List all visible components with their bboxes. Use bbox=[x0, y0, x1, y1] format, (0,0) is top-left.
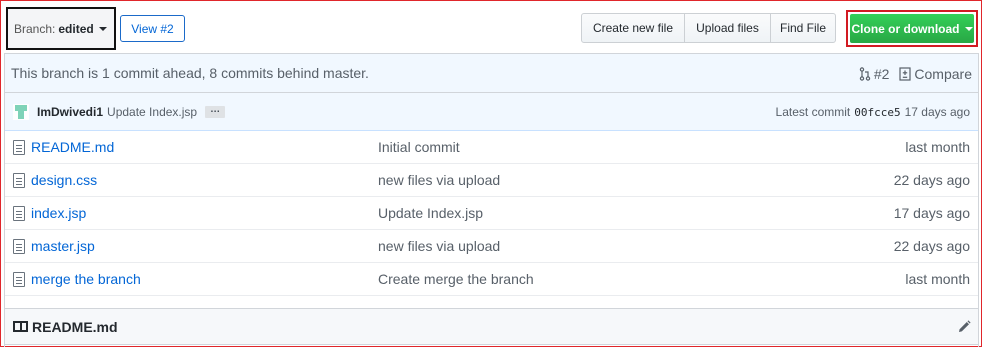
table-row: design.css new files via upload 22 days … bbox=[5, 164, 978, 197]
commit-age: 17 days ago bbox=[904, 105, 970, 119]
branch-label: Branch: bbox=[14, 21, 56, 36]
table-row: master.jsp new files via upload 22 days … bbox=[5, 230, 978, 263]
file-commit-message[interactable]: new files via upload bbox=[378, 172, 500, 188]
diff-icon bbox=[899, 66, 912, 81]
pencil-icon[interactable] bbox=[956, 319, 972, 335]
file-icon bbox=[13, 272, 25, 287]
git-pull-request-icon bbox=[859, 66, 871, 81]
pull-request-number: #2 bbox=[873, 65, 890, 82]
pull-request-link[interactable]: #2 bbox=[859, 65, 890, 82]
file-table: This branch is 1 commit ahead, 8 commits… bbox=[4, 53, 979, 347]
avatar[interactable] bbox=[13, 103, 29, 120]
file-age: 22 days ago bbox=[893, 172, 970, 188]
chevron-down-icon bbox=[98, 26, 107, 31]
branch-status-text: This branch is 1 commit ahead, 8 commits… bbox=[11, 65, 369, 81]
file-name-link[interactable]: design.css bbox=[31, 172, 97, 188]
file-commit-message[interactable]: Initial commit bbox=[378, 139, 460, 155]
commit-message[interactable]: Update Index.jsp bbox=[107, 105, 197, 119]
upload-files-button[interactable]: Upload files bbox=[684, 13, 771, 43]
latest-commit-label: Latest commit bbox=[775, 105, 851, 119]
table-row: README.md Initial commit last month bbox=[5, 131, 978, 164]
chevron-down-icon bbox=[964, 26, 973, 31]
commit-sha[interactable]: 00fcce5 bbox=[854, 106, 900, 119]
clone-or-download-button[interactable]: Clone or download bbox=[850, 14, 974, 43]
file-navigation-toolbar: Branch: edited View #2 Create new file U… bbox=[0, 0, 982, 54]
compare-label: Compare bbox=[914, 65, 972, 82]
view-pull-request-button[interactable]: View #2 bbox=[120, 15, 185, 42]
branch-status-actions: #2 Compare bbox=[859, 54, 972, 93]
book-icon bbox=[13, 321, 28, 332]
table-row: merge the branch Create merge the branch… bbox=[5, 263, 978, 296]
file-age: 17 days ago bbox=[893, 205, 970, 221]
file-name-link[interactable]: README.md bbox=[31, 139, 114, 155]
create-new-file-button[interactable]: Create new file bbox=[581, 13, 685, 43]
branch-select-button[interactable]: Branch: edited bbox=[6, 7, 116, 50]
file-age: 22 days ago bbox=[893, 238, 970, 254]
branch-name: edited bbox=[58, 21, 94, 36]
readme-title: README.md bbox=[32, 318, 118, 335]
file-age: last month bbox=[905, 139, 970, 155]
clone-highlight-box: Clone or download bbox=[846, 10, 978, 47]
commit-author[interactable]: ImDwivedi1 bbox=[37, 105, 103, 119]
file-name-link[interactable]: index.jsp bbox=[31, 205, 86, 221]
latest-commit-info: Latest commit 00fcce5 17 days ago bbox=[776, 93, 970, 131]
file-actions-group: Create new file Upload files Find File bbox=[581, 13, 836, 43]
latest-commit-row: ImDwivedi1 Update Index.jsp … Latest com… bbox=[5, 93, 978, 131]
file-icon bbox=[13, 173, 25, 188]
file-icon bbox=[13, 239, 25, 254]
expand-commit-button[interactable]: … bbox=[205, 104, 226, 118]
file-name-link[interactable]: merge the branch bbox=[31, 271, 141, 287]
readme-header: README.md bbox=[4, 308, 979, 345]
find-file-button[interactable]: Find File bbox=[770, 13, 836, 43]
compare-link[interactable]: Compare bbox=[899, 66, 972, 82]
file-icon bbox=[13, 206, 25, 221]
table-row: index.jsp Update Index.jsp 17 days ago bbox=[5, 197, 978, 230]
file-name-link[interactable]: master.jsp bbox=[31, 238, 95, 254]
file-commit-message[interactable]: Update Index.jsp bbox=[378, 205, 483, 221]
file-commit-message[interactable]: new files via upload bbox=[378, 238, 500, 254]
file-age: last month bbox=[905, 271, 970, 287]
branch-status-bar: This branch is 1 commit ahead, 8 commits… bbox=[5, 54, 978, 93]
file-icon bbox=[13, 140, 25, 155]
clone-label: Clone or download bbox=[851, 21, 960, 36]
file-commit-message[interactable]: Create merge the branch bbox=[378, 271, 534, 287]
